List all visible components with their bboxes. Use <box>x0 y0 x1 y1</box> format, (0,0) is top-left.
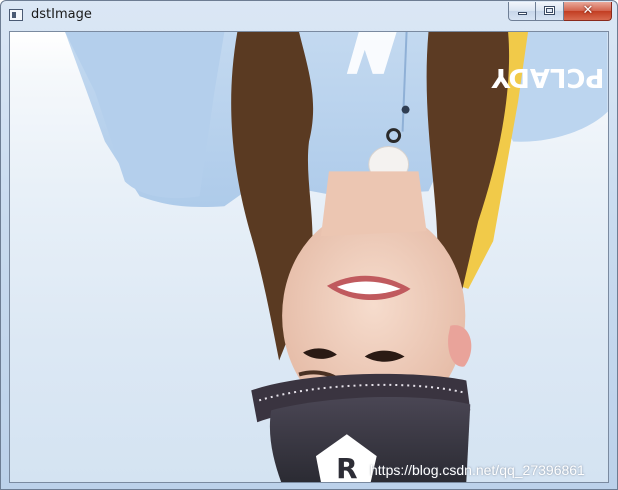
cap-badge-letter: R <box>336 452 357 482</box>
maximize-button[interactable] <box>536 2 564 21</box>
window-title: dstImage <box>31 7 92 22</box>
brand-logo-text: PCLADY <box>491 62 604 92</box>
window-app-icon[interactable] <box>9 9 23 21</box>
left-sleeve <box>65 32 225 199</box>
watermark-text: https://blog.csdn.net/qq_27396861 <box>370 462 585 478</box>
close-icon: ✕ <box>582 3 594 18</box>
window-controls: ✕ <box>508 2 612 21</box>
neck <box>320 171 427 237</box>
title-bar[interactable]: dstImage ✕ <box>1 1 617 30</box>
flipped-portrait-photo: R PCLADY <box>65 32 608 482</box>
image-canvas: R PCLADY https://blog.csdn.net/qq_273968… <box>9 31 609 483</box>
image-window: dstImage ✕ R PCLADY https://blog.csdn.ne… <box>0 0 618 490</box>
minimize-icon <box>518 12 527 15</box>
maximize-icon <box>544 6 555 15</box>
close-button[interactable]: ✕ <box>564 2 612 21</box>
shirt-button <box>401 105 410 114</box>
minimize-button[interactable] <box>508 2 536 21</box>
